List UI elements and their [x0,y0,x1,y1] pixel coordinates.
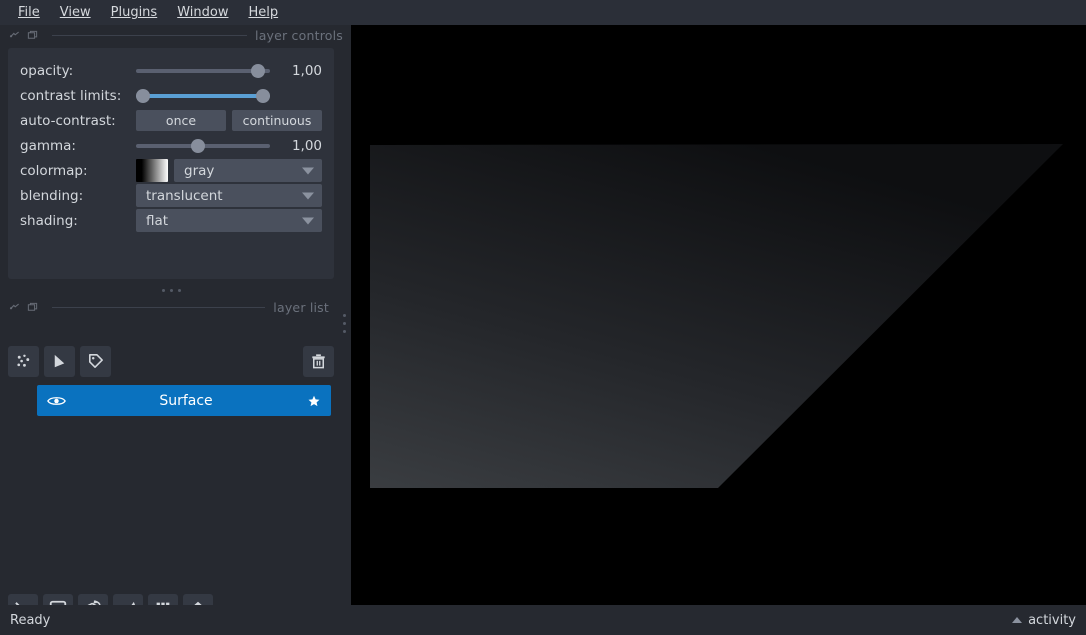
gamma-handle[interactable] [190,138,205,153]
gamma-slider[interactable] [136,136,270,156]
menu-view[interactable]: View [50,3,101,22]
layer-controls-dock-header: layer controls [0,25,351,45]
surface-mesh [370,144,1063,488]
menu-file-label: File [18,5,40,20]
menu-view-label: View [59,5,91,20]
status-message: Ready [10,612,51,628]
delete-layer-button[interactable] [303,345,334,377]
menu-window[interactable]: Window [167,3,238,22]
layer-controls-title: layer controls [255,27,343,43]
auto-contrast-once-button[interactable]: once [136,110,226,131]
eye-icon [46,396,66,405]
layer-list-toolbar [8,345,334,377]
left-dock-panel: layer controls opacity: 1,00 contrast li… [0,25,351,624]
colormap-label: colormap: [20,162,88,179]
layer-controls-card: opacity: 1,00 contrast limits: auto-cont… [8,48,334,279]
blending-value: translucent [146,187,223,204]
contrast-limits-label: contrast limits: [20,87,122,104]
chevron-up-icon [1012,617,1023,623]
auto-contrast-label: auto-contrast: [20,112,116,129]
menu-plugins-label: Plugins [110,5,158,20]
shading-value: flat [146,212,169,229]
gamma-value: 1,00 [291,137,322,154]
blending-label: blending: [20,187,84,204]
menu-window-label: Window [177,5,229,20]
labels-icon [88,353,103,368]
dock-header-rule [52,306,266,308]
auto-contrast-continuous-button[interactable]: continuous [232,110,322,131]
float-window-icon[interactable] [8,301,21,314]
menu-bar: File View Plugins Window Help [0,0,1086,25]
status-bar: Ready activity [0,605,1086,635]
opacity-handle[interactable] [251,63,266,78]
menu-help[interactable]: Help [238,3,288,22]
auto-contrast-row: auto-contrast: once continuous [20,108,322,133]
contrast-limits-low-handle[interactable] [136,88,150,103]
contrast-limits-track [136,93,270,98]
colormap-combobox[interactable]: gray [174,159,322,182]
layer-thumbnail [297,394,331,408]
chevron-down-icon [302,192,314,199]
colormap-row: colormap: gray [20,158,322,183]
contrast-limits-slider[interactable] [136,86,270,106]
layer-visibility-toggle[interactable] [37,394,75,408]
opacity-label: opacity: [20,62,74,79]
activity-button[interactable]: activity [1012,613,1076,628]
vertical-splitter-handle[interactable] [338,303,351,343]
dock-window-icon[interactable] [26,301,39,314]
blending-row: blending: translucent [20,183,322,208]
opacity-value: 1,00 [291,62,322,79]
surface-icon [54,354,65,367]
colormap-swatch [136,159,168,182]
colormap-value: gray [184,162,215,179]
layer-name-label: Surface [159,392,213,409]
shading-combobox[interactable]: flat [136,209,322,232]
opacity-track [136,68,270,73]
shading-label: shading: [20,212,78,229]
activity-label: activity [1028,612,1076,628]
gamma-label: gamma: [20,137,76,154]
contrast-limits-row: contrast limits: [20,83,322,108]
new-labels-layer-button[interactable] [80,345,111,377]
chevron-down-icon [302,217,314,224]
trash-icon [312,353,325,368]
float-window-icon[interactable] [8,29,21,42]
viewer-canvas[interactable] [351,25,1086,605]
horizontal-splitter-handle[interactable] [0,283,343,297]
menu-help-label: Help [248,5,279,20]
opacity-slider[interactable] [136,61,270,81]
menu-plugins[interactable]: Plugins [101,3,168,22]
menu-file[interactable]: File [8,3,50,22]
contrast-limits-high-handle[interactable] [256,88,270,103]
gamma-row: gamma: 1,00 [20,133,322,158]
points-icon [17,354,30,367]
new-surface-layer-button[interactable] [44,345,75,377]
shading-row: shading: flat [20,208,322,233]
dock-header-rule [52,34,248,36]
chevron-down-icon [302,167,314,174]
new-points-layer-button[interactable] [8,345,39,377]
layer-list-dock-header: layer list [0,297,337,317]
layer-list-title: layer list [273,299,329,315]
opacity-row: opacity: 1,00 [20,58,322,83]
blending-combobox[interactable]: translucent [136,184,322,207]
dock-window-icon[interactable] [26,29,39,42]
star-icon [308,395,320,406]
layer-list-item-surface[interactable]: Surface [37,385,331,416]
